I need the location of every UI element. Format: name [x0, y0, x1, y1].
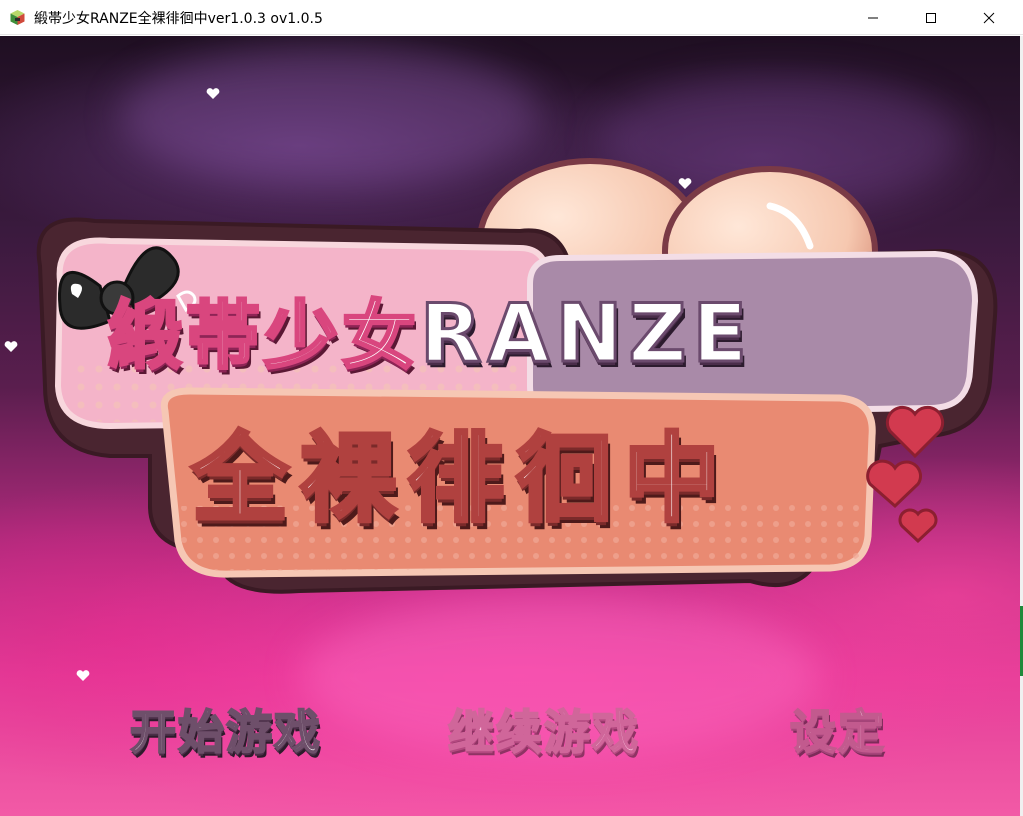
- logo-title-cn: 緞帯少女: [107, 292, 420, 381]
- heart-sparkle-icon: [76, 670, 90, 681]
- maximize-icon: [926, 12, 936, 23]
- continue-game-button[interactable]: 继续游戏: [447, 696, 640, 762]
- window-title: 緞帯少女RANZE全裸徘徊中ver1.0.3 ov1.0.5: [34, 11, 323, 27]
- minimize-icon: [868, 17, 878, 18]
- window-titlebar: 緞帯少女RANZE全裸徘徊中ver1.0.3 ov1.0.5: [0, 0, 1023, 35]
- minimize-button[interactable]: [850, 0, 896, 35]
- game-canvas[interactable]: 緞帯少女RANZE 全裸徘徊中 开始游戏 继续游戏 设定: [0, 36, 1020, 816]
- close-icon: [983, 12, 995, 23]
- app-icon: [10, 10, 25, 25]
- logo-title-line1: 緞帯少女RANZE: [107, 276, 754, 383]
- start-game-button[interactable]: 开始游戏: [129, 696, 322, 762]
- logo-title-en: RANZE: [418, 286, 754, 382]
- settings-button[interactable]: 设定: [789, 696, 886, 762]
- game-logo: 緞帯少女RANZE 全裸徘徊中: [0, 36, 1020, 596]
- logo-subtitle: 全裸徘徊中: [190, 421, 732, 537]
- close-button[interactable]: [966, 0, 1012, 35]
- maximize-button[interactable]: [908, 0, 954, 35]
